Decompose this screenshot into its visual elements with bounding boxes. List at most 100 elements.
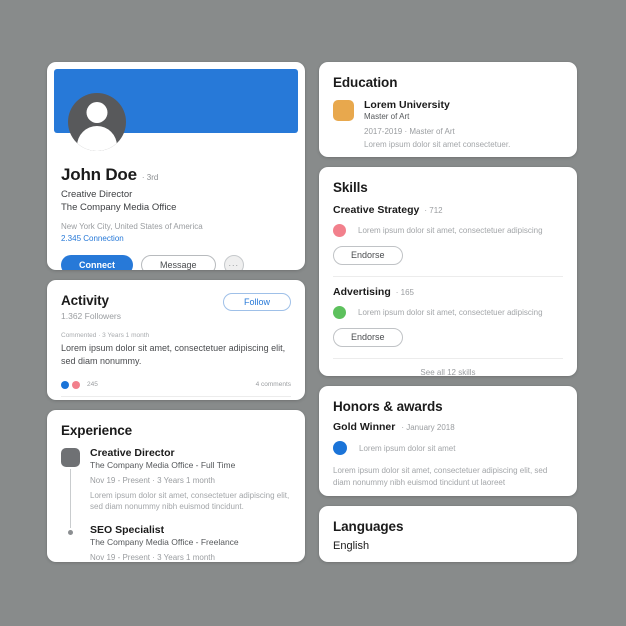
avatar-head-icon — [86, 102, 108, 123]
honor-description: Lorem ipsum dolor sit amet, consectetuer… — [333, 466, 548, 488]
avatar[interactable] — [68, 93, 126, 151]
profile-title: Creative Director — [61, 189, 133, 200]
activity-footer: 245 4 comments — [61, 380, 291, 397]
education-dates: 2017-2019 · Master of Art — [364, 127, 455, 136]
honor-award-date: · January 2018 — [401, 423, 455, 433]
endorser-avatar — [333, 305, 346, 319]
activity-card: Activity 1.362 Followers Follow Commente… — [47, 279, 305, 400]
skills-divider — [333, 275, 563, 277]
experience-description: Lorem ipsum dolor sit amet, consectetuer… — [90, 490, 290, 512]
skills-title: Skills — [333, 179, 368, 195]
skill-header: Creative Strategy · 712 — [333, 204, 563, 216]
activity-post-text: Lorem ipsum dolor sit amet, consectetuer… — [61, 342, 286, 366]
right-column: Education Lorem University Master of Art… — [319, 62, 577, 562]
activity-followers: 1.362 Followers — [61, 310, 122, 321]
languages-content: Languages English — [319, 506, 577, 562]
profile-mockup-canvas: John Doe · 3rd Creative Director The Com… — [0, 0, 626, 626]
education-description: Lorem ipsum dolor sit amet consectetuer. — [364, 140, 511, 149]
experience-item[interactable]: Creative Director The Company Media Offi… — [61, 447, 291, 514]
honor-issuer-text: Lorem ipsum dolor sit amet — [359, 443, 456, 453]
education-item[interactable]: Lorem University Master of Art 2017-2019… — [333, 99, 563, 149]
honor-issuer-row: Lorem ipsum dolor sit amet — [333, 441, 563, 456]
education-content: Education Lorem University Master of Art… — [319, 62, 577, 157]
activity-post-meta: Commented · 3 Years 1 month — [61, 331, 150, 339]
profile-company: The Company Media Office — [61, 202, 177, 214]
connection-degree-badge: · 3rd — [141, 173, 159, 182]
skill-endorser-row: Lorem ipsum dolor sit amet, consectetuer… — [333, 223, 563, 237]
message-button[interactable]: Message — [141, 255, 216, 270]
reactions-group[interactable]: 245 — [61, 380, 98, 389]
endorse-button[interactable]: Endorse — [333, 327, 403, 347]
profile-banner — [54, 69, 298, 151]
skill-item: Advertising · 165 Lorem ipsum dolor sit … — [333, 286, 563, 347]
education-title: Education — [333, 75, 398, 90]
profile-details: John Doe · 3rd Creative Director The Com… — [47, 133, 305, 270]
profile-actions: Connect Message ··· — [61, 255, 291, 270]
skill-header: Advertising · 165 — [333, 286, 563, 298]
reaction-count: 245 — [87, 381, 98, 389]
honors-content: Honors & awards Gold Winner · January 20… — [319, 386, 577, 496]
profile-name: John Doe — [61, 165, 137, 184]
skill-endorser-row: Lorem ipsum dolor sit amet, consectetuer… — [333, 305, 563, 319]
experience-company-logo-icon — [61, 447, 80, 467]
experience-item[interactable]: SEO Specialist The Company Media Office … — [61, 524, 291, 562]
language-value: English — [333, 539, 370, 552]
experience-item-text: Creative Director The Company Media Offi… — [90, 447, 291, 514]
experience-title: Experience — [61, 422, 133, 438]
skill-endorsement-count: · 165 — [395, 287, 414, 297]
experience-item-text: SEO Specialist The Company Media Office … — [90, 524, 239, 562]
education-item-text: Lorem University Master of Art 2017-2019… — [364, 99, 510, 149]
activity-heading-group: Activity 1.362 Followers — [61, 293, 121, 321]
skills-divider — [333, 357, 563, 359]
experience-timeline-dot-icon — [68, 530, 73, 536]
endorse-button[interactable]: Endorse — [333, 245, 403, 265]
honors-card: Honors & awards Gold Winner · January 20… — [319, 386, 577, 496]
like-reaction-icon — [61, 380, 69, 389]
honors-title: Honors & awards — [333, 399, 443, 415]
comment-count[interactable]: 4 comments — [256, 381, 291, 388]
experience-role: Creative Director — [90, 446, 175, 459]
honor-issuer-avatar — [333, 441, 347, 456]
experience-list: Creative Director The Company Media Offi… — [61, 447, 291, 562]
skill-endorsement-count: · 712 — [424, 205, 443, 215]
experience-dates: Nov 19 - Present · 3 Years 1 month — [90, 553, 215, 562]
skills-content: Skills Creative Strategy · 712 Lorem ips… — [319, 167, 577, 377]
left-column: John Doe · 3rd Creative Director The Com… — [47, 62, 305, 562]
skill-item: Creative Strategy · 712 Lorem ipsum dolo… — [333, 204, 563, 265]
see-all-skills-link[interactable]: See all 12 skills — [333, 368, 563, 377]
skills-card: Skills Creative Strategy · 712 Lorem ips… — [319, 166, 577, 377]
profile-name-row: John Doe · 3rd — [61, 165, 291, 185]
follow-button[interactable]: Follow — [222, 292, 291, 311]
languages-card: Languages English — [319, 505, 577, 562]
languages-title: Languages — [333, 518, 404, 534]
skill-endorsement-text: Lorem ipsum dolor sit amet, consectetuer… — [358, 225, 543, 235]
experience-company: The Company Media Office - Full Time — [90, 459, 236, 470]
education-card: Education Lorem University Master of Art… — [319, 62, 577, 157]
education-school: Lorem University — [364, 99, 450, 111]
avatar-body-icon — [77, 126, 117, 151]
experience-dates: Nov 19 - Present · 3 Years 1 month — [90, 475, 215, 485]
skill-name: Creative Strategy — [333, 203, 420, 216]
more-options-icon[interactable]: ··· — [223, 255, 244, 270]
profile-connections-link[interactable]: 2.345 Connection — [61, 234, 291, 243]
love-reaction-icon — [72, 380, 80, 389]
profile-card: John Doe · 3rd Creative Director The Com… — [47, 62, 305, 270]
activity-title: Activity — [61, 292, 109, 308]
education-school-logo-icon — [333, 100, 354, 121]
activity-header: Activity 1.362 Followers Follow — [61, 292, 291, 321]
honor-header: Gold Winner · January 2018 — [333, 421, 563, 433]
skill-endorsement-text: Lorem ipsum dolor sit amet, consectetuer… — [358, 307, 543, 317]
connect-button[interactable]: Connect — [61, 255, 133, 270]
honor-award-name: Gold Winner — [333, 421, 396, 434]
experience-card: Experience Creative Director The Company… — [47, 409, 305, 562]
experience-company: The Company Media Office - Freelance — [90, 537, 239, 548]
experience-content: Experience Creative Director The Company… — [47, 410, 305, 562]
profile-location: New York City, United States of America — [61, 222, 203, 232]
profile-headline: Creative Director The Company Media Offi… — [61, 188, 291, 214]
experience-role: SEO Specialist — [90, 524, 165, 537]
endorser-avatar — [333, 223, 346, 237]
skill-name: Advertising — [333, 285, 391, 298]
experience-timeline-dot-wrap — [61, 524, 80, 562]
activity-content: Activity 1.362 Followers Follow Commente… — [47, 280, 305, 400]
education-degree: Master of Art — [364, 112, 410, 121]
